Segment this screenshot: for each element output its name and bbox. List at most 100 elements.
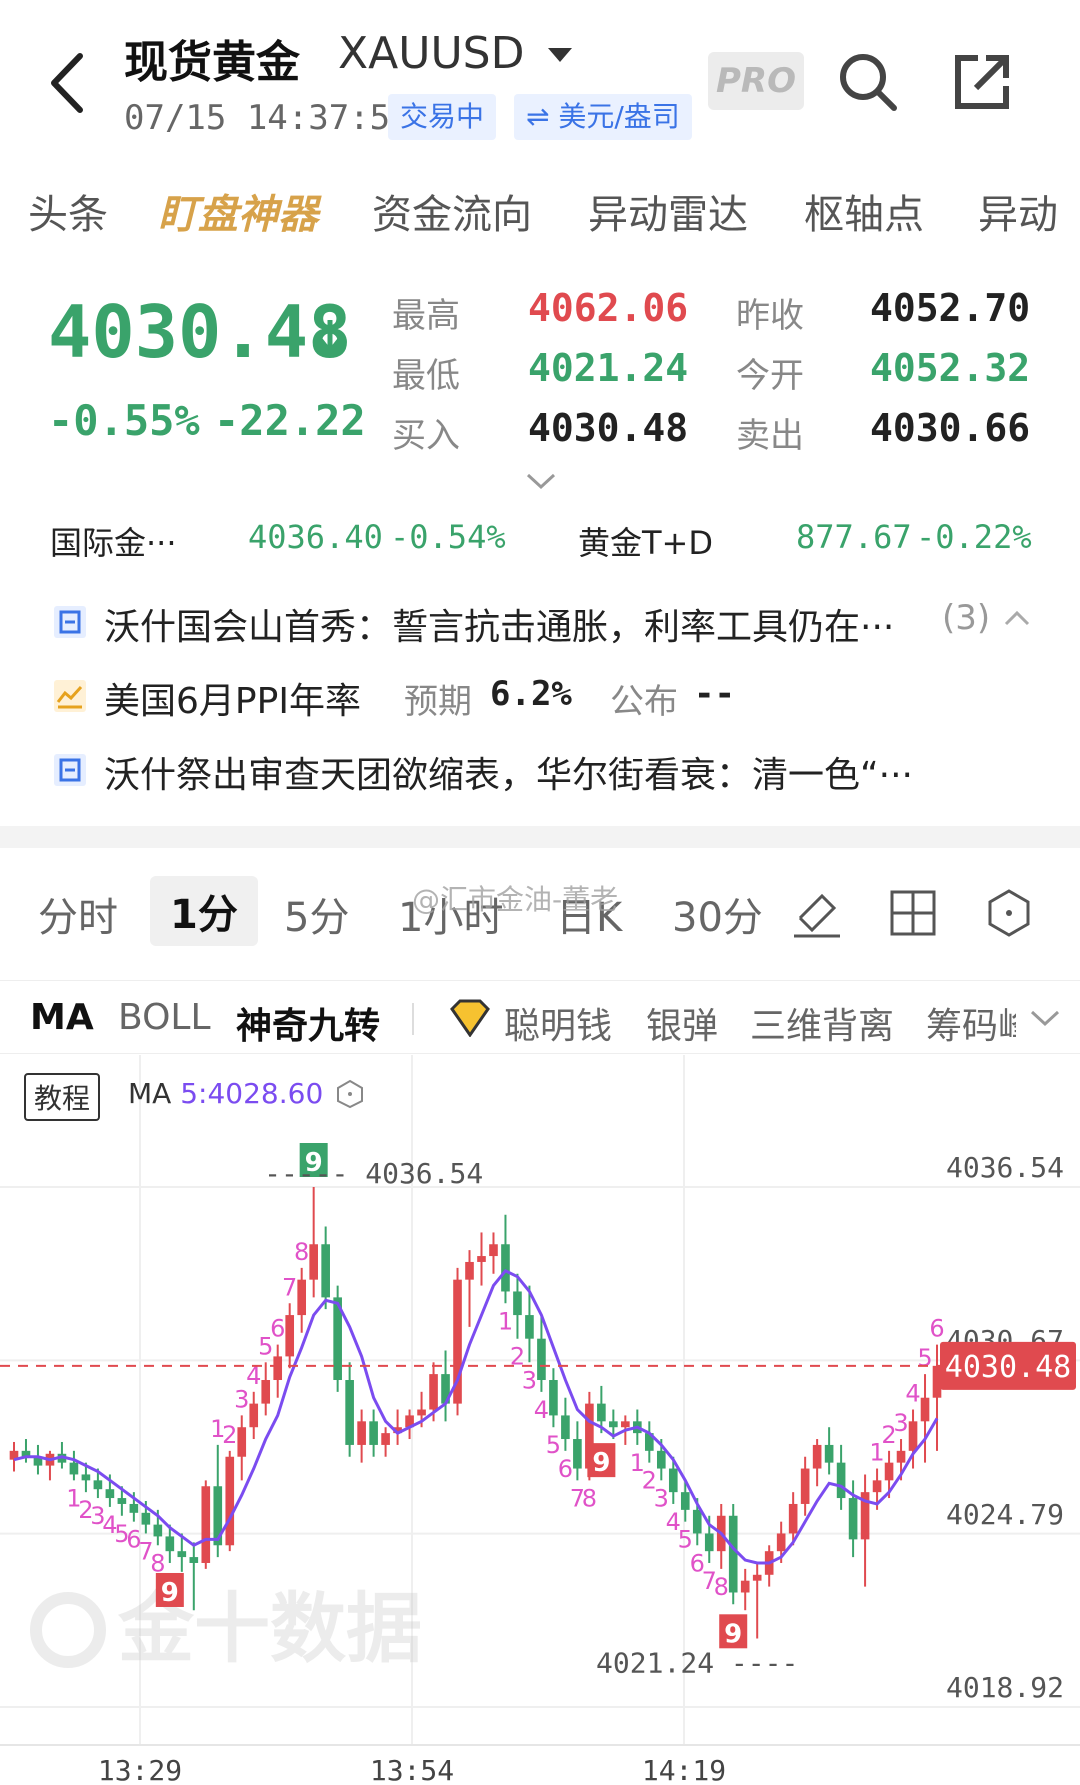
indicator-td9[interactable]: 神奇九转	[236, 997, 380, 1049]
kline-chart[interactable]: 金十数据 4036.54 4030.67 4024.79 4018.92 13:29 13:…	[0, 1055, 1080, 1785]
news-text: 沃什祭出审查天团欲缩表，华尔街看衰：清一色“···	[104, 755, 913, 796]
feature-tabs: 头条 盯盘神器 资金流向 异动雷达 枢轴点 异动	[0, 182, 1080, 252]
candle-body	[261, 1380, 271, 1404]
high-label: 最高	[392, 296, 460, 336]
indicator-divergence[interactable]: 三维背离	[750, 997, 894, 1049]
indicator-silver-bullet[interactable]: 银弹	[646, 997, 718, 1049]
symbol-selector[interactable]: XAUUSD	[338, 28, 524, 79]
econ-item[interactable]: 美国6月PPI年率 预期 6.2% 公布 --	[0, 664, 1080, 734]
ref-name-intl[interactable]: 国际金···	[50, 518, 177, 564]
td-count-label: 6	[270, 1315, 285, 1343]
candle-body	[872, 1480, 882, 1493]
candle-body	[465, 1261, 474, 1280]
search-icon	[840, 54, 897, 111]
quote-time: 07/15 14:37:55	[124, 98, 411, 138]
x-tick-label: 13:54	[370, 1754, 454, 1785]
candle-body	[848, 1498, 858, 1540]
ref-price-intl: 4036.40	[248, 518, 383, 556]
indicator-ma[interactable]: MA	[30, 997, 94, 1038]
back-button[interactable]	[40, 48, 100, 118]
td-nine-label: 9	[161, 1578, 179, 1608]
candle-body	[692, 1509, 702, 1534]
high-value: 4062.06	[528, 286, 689, 330]
candle-body	[525, 1315, 534, 1339]
tutorial-button[interactable]: 教程	[24, 1073, 101, 1121]
candle-body	[141, 1512, 151, 1525]
candle-body	[836, 1462, 846, 1499]
brand-logo	[30, 1592, 106, 1668]
ref-name-td[interactable]: 黄金T+D	[578, 518, 713, 564]
chevron-down-icon[interactable]	[1030, 1009, 1060, 1027]
candle-body	[788, 1503, 798, 1534]
candle-body	[537, 1338, 546, 1381]
candle-body	[740, 1580, 750, 1593]
tab-radar[interactable]: 异动雷达	[588, 182, 748, 240]
divider	[412, 1003, 414, 1035]
candle-body	[417, 1409, 426, 1416]
layout-button[interactable]	[888, 888, 938, 938]
tab-movement[interactable]: 异动	[978, 182, 1058, 240]
candle-body	[429, 1374, 438, 1410]
expand-chevron-icon[interactable]	[526, 472, 556, 490]
search-button[interactable]	[836, 50, 900, 114]
draw-tool-button[interactable]	[792, 888, 842, 938]
ma-legend-value: 5:4028.60	[180, 1077, 324, 1110]
settings-button[interactable]	[984, 888, 1034, 938]
share-button[interactable]	[950, 50, 1014, 114]
chart-canvas[interactable]: 金十数据4036.544030.674024.794018.9213:29 13:…	[0, 1055, 1080, 1785]
section-divider	[0, 826, 1080, 848]
period-tab-30m[interactable]: 30分	[672, 885, 763, 943]
trend-chart-icon	[54, 680, 86, 712]
open-value: 4052.32	[870, 346, 1031, 390]
candle-body	[656, 1450, 666, 1469]
candle-body	[81, 1474, 91, 1481]
period-tab-timeshare[interactable]: 分时	[38, 885, 118, 943]
max-price-marker: ----- 4036.54	[264, 1157, 483, 1190]
caret-down-icon[interactable]	[548, 48, 572, 62]
news-text: 沃什国会山首秀：誓言抗击通胀，利率工具仍在···	[104, 607, 895, 648]
chevron-up-icon[interactable]	[1004, 610, 1030, 626]
candle-body	[117, 1498, 127, 1504]
econ-title: 美国6月PPI年率	[104, 681, 361, 722]
expect-value: 6.2%	[490, 674, 572, 714]
candle-body	[381, 1433, 390, 1445]
pro-button[interactable]: PRO	[708, 52, 804, 110]
hexagon-settings-icon[interactable]	[336, 1079, 364, 1109]
candle-body	[165, 1536, 175, 1552]
candle-body	[812, 1444, 822, 1469]
tab-watch[interactable]: 盯盘神器	[158, 182, 318, 240]
period-tab-5m[interactable]: 5分	[284, 885, 349, 943]
period-tab-1m[interactable]: 1分	[150, 876, 258, 946]
last-price-tag-label: 4030.48	[945, 1350, 1071, 1385]
candle-body	[69, 1462, 79, 1475]
indicator-bar: MA BOLL 神奇九转 聪明钱 银弹 三维背离 筹码峰	[0, 980, 1080, 1054]
candle-body	[297, 1279, 307, 1316]
indicator-boll[interactable]: BOLL	[118, 997, 211, 1038]
candle-body	[249, 1403, 259, 1428]
news-count: (3)	[942, 598, 991, 638]
td-count-label: 3	[893, 1409, 908, 1437]
candle-body	[285, 1315, 295, 1357]
tab-pivot[interactable]: 枢轴点	[804, 182, 924, 240]
bid-value: 4030.48	[528, 406, 689, 450]
candle-body	[345, 1380, 354, 1445]
ask-value: 4030.66	[870, 406, 1031, 450]
tab-headlines[interactable]: 头条	[28, 182, 108, 240]
publish-label: 公布	[610, 682, 678, 722]
news-item[interactable]: 沃什祭出审查天团欲缩表，华尔街看衰：清一色“···	[0, 738, 1080, 808]
prev-close-label: 昨收	[736, 296, 804, 336]
indicator-smart-money[interactable]: 聪明钱	[504, 997, 612, 1049]
news-item[interactable]: 沃什国会山首秀：誓言抗击通胀，利率工具仍在··· (3)	[0, 590, 1080, 660]
ref-price-td: 877.67	[796, 518, 912, 556]
td-count-label: 5	[917, 1344, 932, 1372]
y-tick-label: 4018.92	[946, 1671, 1064, 1704]
x-tick-label: 14:19	[642, 1754, 726, 1785]
unit-badge[interactable]: ⇌ 美元/盎司	[514, 94, 692, 140]
indicator-chips[interactable]: 筹码峰	[926, 997, 1016, 1049]
tab-fund-flow[interactable]: 资金流向	[372, 182, 532, 240]
diamond-icon	[450, 999, 490, 1037]
td-count-label: 6	[929, 1315, 944, 1343]
weibo-watermark: @汇市金油-董老	[412, 883, 619, 916]
td-count-label: 2	[222, 1421, 237, 1449]
candle-body	[189, 1557, 199, 1563]
